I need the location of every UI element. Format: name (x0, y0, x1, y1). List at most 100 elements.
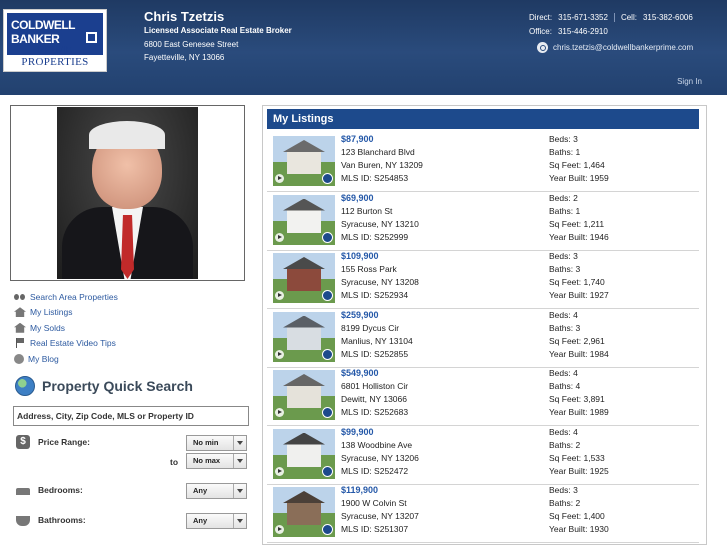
listing-row[interactable]: $69,900 112 Burton St Syracuse, NY 13210 ML… (267, 193, 699, 251)
listing-mls-id: MLS ID: S252934 (341, 290, 409, 300)
listing-row[interactable]: $99,900 138 Woodbine Ave Syracuse, NY 1320… (267, 427, 699, 485)
bathrooms-select[interactable]: Any (186, 512, 247, 529)
divider (613, 13, 615, 23)
listing-sqft: Sq Feet: 1,740 (549, 277, 605, 287)
listing-photo[interactable] (273, 428, 335, 479)
listing-city: Syracuse, NY 13210 (341, 218, 419, 229)
agent-photo-frame (10, 105, 245, 281)
listing-photo[interactable] (273, 136, 335, 186)
listing-price[interactable]: $109,900 (341, 251, 379, 261)
listing-city: Manlius, NY 13104 (341, 335, 413, 346)
bedrooms-select[interactable]: Any (186, 482, 247, 499)
price-range-label: Price Range: (38, 436, 90, 447)
quick-search-heading: Property Quick Search (10, 375, 250, 397)
play-icon[interactable] (275, 408, 284, 417)
listing-baths: Baths: 1 (549, 205, 581, 216)
listing-price[interactable]: $549,900 (341, 368, 379, 378)
listing-sqft: Sq Feet: 2,961 (549, 335, 605, 346)
nav-video-tips[interactable]: Real Estate Video Tips (10, 336, 250, 352)
site-header: COLDWELL BANKER PRIME PROPERTIES Chris T… (0, 0, 727, 95)
price-max-select[interactable]: No max (186, 452, 247, 469)
price-max-row: to No max (13, 452, 249, 469)
listing-mls-id: MLS ID: S252999 (341, 231, 409, 242)
listing-beds: Beds: 4 (549, 309, 578, 320)
house-image (287, 150, 321, 174)
house-image (287, 501, 321, 525)
listing-sqft: Sq Feet: 1,211 (549, 218, 605, 229)
play-icon[interactable] (275, 174, 284, 183)
listing-beds: Beds: 3 (549, 134, 578, 144)
direct-phone: 315-671-3352 (558, 13, 608, 22)
listing-beds: Beds: 3 (549, 485, 578, 495)
listing-sqft: Sq Feet: 3,891 (549, 394, 605, 404)
chevron-down-icon (233, 513, 246, 528)
nav-search-area-properties[interactable]: Search Area Properties (10, 289, 250, 305)
listing-baths: Baths: 2 (549, 498, 581, 508)
listing-mls-id: MLS ID: S252472 (341, 465, 409, 476)
listing-baths: Baths: 1 (549, 147, 581, 157)
sign-in-link[interactable]: Sign In (677, 77, 702, 86)
listing-row[interactable]: $549,900 6801 Holliston Cir Dewitt, NY 130… (267, 368, 699, 426)
listing-sqft: Sq Feet: 1,400 (549, 511, 605, 521)
nav-label: Real Estate Video Tips (30, 338, 116, 349)
listing-price[interactable]: $99,900 (341, 427, 374, 437)
listing-row[interactable]: $119,900 1900 W Colvin St Syracuse, NY 132… (267, 485, 699, 543)
listing-baths: Baths: 4 (549, 381, 581, 391)
nav-label: My Listings (30, 307, 73, 318)
play-icon[interactable] (275, 232, 284, 242)
listing-row[interactable]: $87,900 123 Blanchard Blvd Van Buren, NY 1… (267, 134, 699, 192)
chevron-down-icon (233, 483, 246, 498)
listing-photo[interactable] (273, 370, 335, 420)
listing-beds: Beds: 2 (549, 192, 578, 203)
listing-beds: Beds: 4 (549, 368, 578, 378)
play-icon[interactable] (275, 291, 284, 300)
listing-row[interactable]: $259,900 8199 Dycus Cir Manlius, NY 13104 M… (267, 310, 699, 368)
listing-year-built: Year Built: 1984 (549, 348, 609, 359)
listing-year-built: Year Built: 1925 (549, 465, 609, 476)
listing-street: 112 Burton St (341, 205, 393, 216)
listing-sqft: Sq Feet: 1,533 (549, 452, 605, 463)
listing-street: 155 Ross Park (341, 264, 397, 274)
listings-title: My Listings (267, 109, 699, 129)
play-icon[interactable] (275, 466, 284, 476)
nav-my-blog[interactable]: My Blog (10, 351, 250, 367)
listing-baths: Baths: 2 (549, 439, 581, 450)
listing-photo[interactable] (273, 311, 335, 362)
listing-price[interactable]: $119,900 (341, 485, 378, 495)
listing-beds: Beds: 3 (549, 251, 578, 261)
quick-search-input[interactable] (13, 405, 249, 426)
bathrooms-label: Bathrooms: (38, 514, 86, 525)
listing-mls-id: MLS ID: S251307 (341, 524, 409, 534)
listing-badge-icon (322, 290, 333, 301)
to-label: to (170, 456, 179, 467)
price-min-select[interactable]: No min (186, 434, 247, 451)
play-icon[interactable] (275, 525, 284, 534)
listing-badge-icon (322, 407, 333, 418)
listing-photo[interactable] (273, 194, 335, 245)
listing-row[interactable]: $109,900 155 Ross Park Syracuse, NY 13208 M… (267, 251, 699, 309)
chevron-down-icon (233, 453, 246, 468)
listing-badge-icon (322, 465, 333, 477)
nav-my-listings[interactable]: My Listings (10, 305, 250, 321)
email-link[interactable]: chris.tzetzis@coldwellbankerprime.com (553, 43, 693, 52)
house-image (287, 267, 321, 291)
agent-title: Licensed Associate Real Estate Broker (144, 26, 292, 35)
listing-city: Syracuse, NY 13207 (341, 511, 419, 521)
listing-city: Van Buren, NY 13209 (341, 160, 423, 170)
listing-photo[interactable] (273, 487, 335, 537)
listing-city: Syracuse, NY 13206 (341, 452, 419, 463)
agent-address-line2: Fayetteville, NY 13066 (144, 53, 225, 62)
listing-price[interactable]: $259,900 (341, 310, 379, 320)
play-icon[interactable] (275, 349, 284, 359)
listing-price[interactable]: $69,900 (341, 193, 374, 203)
listing-sqft: Sq Feet: 1,464 (549, 160, 605, 170)
listing-photo[interactable] (273, 253, 335, 303)
listing-price[interactable]: $87,900 (341, 134, 374, 144)
nav-my-solds[interactable]: My Solds (10, 320, 250, 336)
listing-year-built: Year Built: 1959 (549, 173, 609, 183)
listing-city: Dewitt, NY 13066 (341, 394, 407, 404)
listing-beds: Beds: 4 (549, 426, 578, 437)
cell-phone: 315-382-6006 (642, 13, 693, 22)
brand-logo[interactable]: COLDWELL BANKER PRIME PROPERTIES (3, 9, 107, 72)
listing-baths: Baths: 3 (549, 322, 581, 333)
